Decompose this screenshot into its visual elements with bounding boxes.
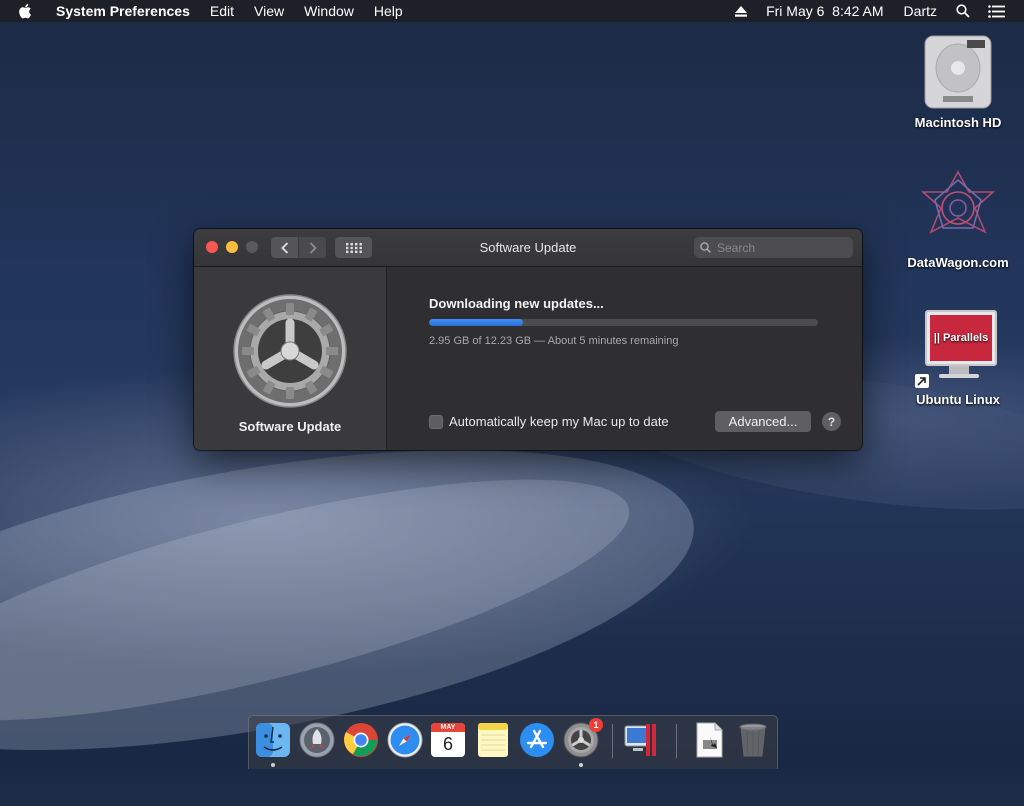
dock-separator <box>612 724 613 758</box>
document-icon[interactable] <box>691 722 727 758</box>
desktop-icon-ubuntu-linux[interactable]: || Parallels Ubuntu Linux <box>903 310 1013 407</box>
advanced-button[interactable]: Advanced... <box>715 411 811 432</box>
datawagon-icon <box>920 170 996 234</box>
vm-screen-label: || Parallels <box>930 315 992 361</box>
download-progress-fill <box>429 319 523 326</box>
menu-view[interactable]: View <box>244 0 294 22</box>
menu-clock[interactable]: Fri May 6 8:42 AM <box>756 0 893 22</box>
menu-user[interactable]: Dartz <box>894 0 947 22</box>
safari-icon[interactable] <box>387 722 423 758</box>
auto-update-label: Automatically keep my Mac up to date <box>449 414 669 429</box>
search-icon <box>700 242 711 253</box>
hard-drive-icon <box>924 35 992 109</box>
chrome-icon[interactable] <box>343 722 379 758</box>
desktop-icon-label: Ubuntu Linux <box>916 392 1000 407</box>
menu-bar: System Preferences Edit View Window Help… <box>0 0 1024 22</box>
download-progress-bar <box>429 319 818 326</box>
desktop-icon-macintosh-hd[interactable]: Macintosh HD <box>903 34 1013 130</box>
status-title: Downloading new updates... <box>429 296 604 311</box>
search-field[interactable] <box>694 237 853 258</box>
help-button[interactable]: ? <box>822 412 841 431</box>
gear-icon <box>233 294 347 408</box>
menu-window[interactable]: Window <box>294 0 364 22</box>
finder-icon[interactable] <box>255 722 291 758</box>
window-titlebar[interactable]: Software Update <box>194 229 862 267</box>
alias-arrow-icon <box>915 374 929 388</box>
status-detail: 2.95 GB of 12.23 GB — About 5 minutes re… <box>429 335 679 347</box>
desktop-icon-datawagon[interactable]: DataWagon.com <box>903 170 1013 270</box>
software-update-window: Software Update Search Software Update D… <box>194 229 862 450</box>
search-input[interactable] <box>715 239 839 256</box>
calendar-day: 6 <box>442 734 453 754</box>
apple-menu-icon[interactable] <box>18 2 34 20</box>
dock-running-indicator <box>579 763 583 767</box>
eject-icon[interactable] <box>735 5 748 17</box>
dock-separator <box>676 724 677 758</box>
notification-center-icon[interactable] <box>988 4 1005 18</box>
sidebar-panel: Software Update <box>194 267 387 450</box>
notes-icon[interactable] <box>475 722 511 758</box>
trash-icon[interactable] <box>735 722 771 758</box>
dock-item-system-preferences[interactable]: 1 <box>563 718 603 758</box>
auto-update-option[interactable]: Automatically keep my Mac up to date <box>429 414 669 429</box>
calendar-icon[interactable]: MAY 6 <box>431 723 465 757</box>
dock: MAY 6 1 <box>248 715 778 769</box>
calendar-month: MAY <box>431 723 465 732</box>
launchpad-icon[interactable] <box>299 722 335 758</box>
notification-badge: 1 <box>589 718 603 732</box>
desktop-icon-label: Macintosh HD <box>914 115 1002 130</box>
app-store-icon[interactable] <box>519 722 555 758</box>
dock-running-indicator <box>271 763 275 767</box>
menu-edit[interactable]: Edit <box>200 0 244 22</box>
spotlight-search-icon[interactable] <box>956 4 970 18</box>
menu-help[interactable]: Help <box>364 0 413 22</box>
parallels-icon[interactable] <box>623 722 659 758</box>
parallels-vm-icon: || Parallels <box>915 310 1001 390</box>
auto-update-checkbox[interactable] <box>429 414 443 429</box>
sidebar-label: Software Update <box>238 419 342 434</box>
menu-app-name[interactable]: System Preferences <box>46 0 200 22</box>
desktop-icon-label: DataWagon.com <box>907 255 1009 270</box>
